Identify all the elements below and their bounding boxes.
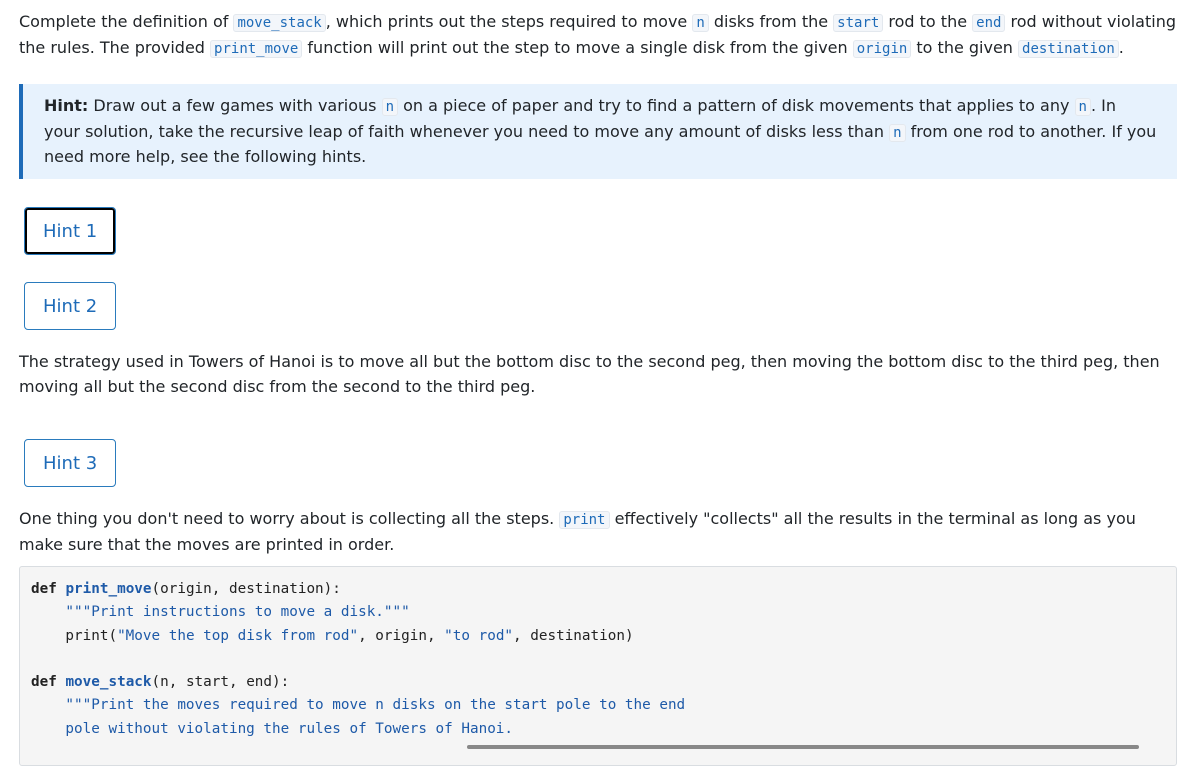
code-line: def print_move(origin, destination):: [31, 581, 341, 597]
hint-callout-text: Hint: Draw out a few games with various …: [44, 94, 1157, 170]
code-line: pole without violating the rules of Towe…: [31, 720, 514, 737]
text: One thing you don't need to worry about …: [19, 509, 560, 528]
hint-label: Hint:: [44, 96, 89, 115]
code-line: """Print the moves required to move n di…: [31, 697, 686, 714]
code-block[interactable]: def print_move(origin, destination): """…: [19, 566, 1177, 766]
inline-code: start: [833, 14, 884, 32]
code-line: print("Move the top disk from rod", orig…: [31, 627, 634, 644]
code-text: print(: [31, 627, 118, 644]
code-text: , destination): [513, 627, 634, 644]
text: disks from the: [708, 12, 834, 31]
inline-code: n: [1074, 98, 1091, 116]
code-text: , origin,: [358, 627, 445, 644]
hint-2-button[interactable]: Hint 2: [24, 282, 117, 330]
hint-2-content: The strategy used in Towers of Hanoi is …: [19, 350, 1177, 399]
text: to the given: [911, 37, 1019, 57]
function-name: move_stack: [65, 674, 152, 691]
inline-code: destination: [1018, 39, 1119, 58]
hint-callout: Hint: Draw out a few games with various …: [19, 84, 1177, 179]
hint-3-text: One thing you don't need to worry about …: [19, 507, 1177, 557]
inline-code: move_stack: [233, 14, 326, 32]
inline-code: print_move: [210, 39, 303, 58]
inline-code: n: [692, 14, 709, 32]
keyword: def: [31, 581, 57, 597]
inline-code: print: [559, 511, 610, 529]
text: on a piece of paper and try to find a pa…: [398, 96, 1075, 115]
text: function will print out the step to move…: [302, 37, 853, 57]
code-line: def move_stack(n, start, end):: [31, 674, 289, 690]
horizontal-scrollbar[interactable]: [467, 745, 1139, 749]
hint-3-button[interactable]: Hint 3: [24, 439, 117, 487]
code-line: """Print instructions to move a disk.""": [31, 604, 410, 621]
inline-code: n: [381, 98, 399, 116]
keyword: def: [31, 674, 57, 691]
string-literal: "to rod": [444, 627, 514, 644]
inline-code: origin: [852, 39, 912, 58]
text: Draw out a few games with various: [88, 96, 382, 115]
code-text: (origin, destination):: [151, 581, 341, 597]
hint-1-button[interactable]: Hint 1: [24, 207, 117, 255]
hint-3-content: One thing you don't need to worry about …: [19, 507, 1177, 557]
inline-code: end: [972, 14, 1006, 32]
function-name: print_move: [65, 581, 152, 597]
text: , which prints out the steps required to…: [325, 12, 693, 31]
string-literal: "Move the top disk from rod": [117, 627, 359, 644]
inline-code: n: [889, 123, 906, 142]
problem-description: Complete the definition of move_stack, w…: [19, 10, 1177, 61]
text: .: [1118, 37, 1124, 57]
text: Complete the definition of: [19, 12, 234, 31]
text: rod to the: [883, 12, 973, 31]
hint-2-text: The strategy used in Towers of Hanoi is …: [19, 352, 1160, 396]
problem-description-text: Complete the definition of move_stack, w…: [19, 10, 1177, 61]
code-text: (n, start, end):: [151, 674, 290, 691]
